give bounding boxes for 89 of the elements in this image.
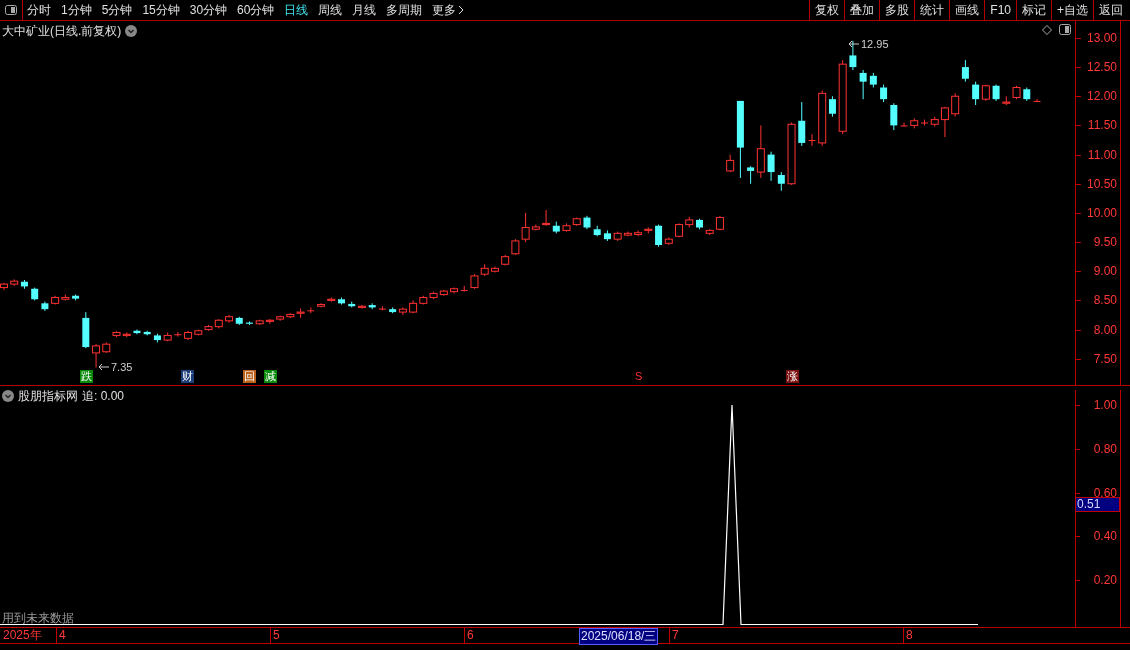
dropdown-icon[interactable] [2,390,14,402]
axis-label: 0.40 [1093,529,1117,544]
panel-toggle-icon[interactable] [5,5,17,15]
price-label: 7.35 [111,361,133,373]
month-label: 8 [906,628,913,643]
month-label: 5 [273,628,280,643]
period-tab[interactable]: 30分钟 [189,1,228,19]
arrow-icon [98,363,110,371]
signal-marker: 涨 [786,370,799,383]
candlestick [828,95,836,118]
period-tab[interactable]: 1分钟 [61,1,92,19]
candlestick [972,81,980,106]
axis-label: 11.00 [1087,147,1117,162]
candlestick [951,92,960,118]
candlestick [767,151,775,182]
candlestick [521,212,530,243]
axis-label: 0.20 [1093,573,1117,587]
toolbar-button[interactable]: 标记 [1016,0,1051,20]
candlestick [634,229,643,237]
dropdown-icon[interactable] [125,25,138,37]
candlestick [655,224,663,248]
signal-marker: 跌 [80,370,93,383]
stock-title: 大中矿业(日线.前复权) [2,23,122,40]
axis-label: 0.60 [1093,485,1117,500]
arrow-icon [848,40,860,48]
signal-marker: 回 [243,370,256,383]
toolbar-button[interactable]: 画线 [949,0,985,20]
toolbar-button[interactable]: +自选 [1051,0,1093,20]
period-tab[interactable]: 分时 [27,1,51,19]
period-tab[interactable]: 更多 [432,1,457,19]
toolbar-button[interactable]: F10 [984,0,1016,20]
axis-label: 8.00 [1093,322,1117,337]
signal-marker: S [634,370,644,383]
axis-label: 1.00 [1093,398,1117,412]
candlestick [174,331,182,338]
candlestick [890,102,898,131]
candlestick [798,101,806,147]
month-label: 7 [672,628,679,643]
candlestick [940,106,949,138]
candlestick [756,124,765,179]
axis-label: 12.00 [1086,89,1117,104]
period-tab[interactable]: 60分钟 [237,1,275,19]
warning-note: 用到未来数据 [2,612,74,625]
panel-toggle-icon[interactable] [1059,24,1071,35]
candlestick [808,133,816,147]
axis-label: 9.50 [1093,235,1117,250]
signal-marker: 财 [181,370,194,383]
period-tab[interactable]: 周线 [318,1,343,19]
toolbar-button[interactable]: 多股 [879,0,915,20]
period-tab[interactable]: 月线 [352,1,377,19]
toolbar-button[interactable]: 统计 [914,0,950,20]
month-label: 6 [467,628,474,643]
toolbar-button[interactable]: 复权 [809,0,845,20]
period-tab[interactable]: 5分钟 [101,1,133,19]
candlestick [398,306,407,316]
axis-label: 10.00 [1086,205,1117,220]
chevron-right-icon[interactable] [458,5,465,15]
indicator-reading: 追: 0.00 [82,388,125,405]
axis-label: 9.00 [1093,264,1117,279]
candlestick [542,209,551,227]
candlestick [1033,98,1041,103]
candlestick [859,69,867,100]
month-label: 4 [59,628,66,643]
axis-label: 12.50 [1086,60,1117,75]
price-label: 12.95 [861,38,889,50]
candlestick [265,318,274,325]
axis-label: 11.50 [1087,118,1117,133]
axis-label: 0.80 [1093,441,1117,456]
axis-label: 7.50 [1093,351,1117,366]
axis-label: 10.50 [1086,176,1117,191]
candlestick [961,59,969,83]
axis-label: 13.00 [1086,30,1117,45]
axis-label: 8.50 [1093,293,1117,308]
cursor-value-label: 0.51 [1075,497,1120,512]
candlestick [92,343,101,368]
candlestick [900,122,908,128]
candlestick [357,304,366,310]
diamond-icon[interactable] [1042,25,1052,35]
indicator-title: 股朋指标网 [18,388,78,405]
cursor-date-label: 2025/06/18/三 [579,628,659,645]
period-tab[interactable]: 15分钟 [142,1,180,19]
year-label: 2025年 [3,628,42,643]
candlestick [777,171,785,192]
toolbar-button[interactable]: 返回 [1093,0,1128,20]
signal-marker: 减 [264,370,277,383]
period-tab[interactable]: 多周期 [386,1,423,19]
toolbar-button[interactable]: 叠加 [844,0,880,20]
candlestick [849,40,857,71]
period-tab[interactable]: 日线 [284,1,309,19]
